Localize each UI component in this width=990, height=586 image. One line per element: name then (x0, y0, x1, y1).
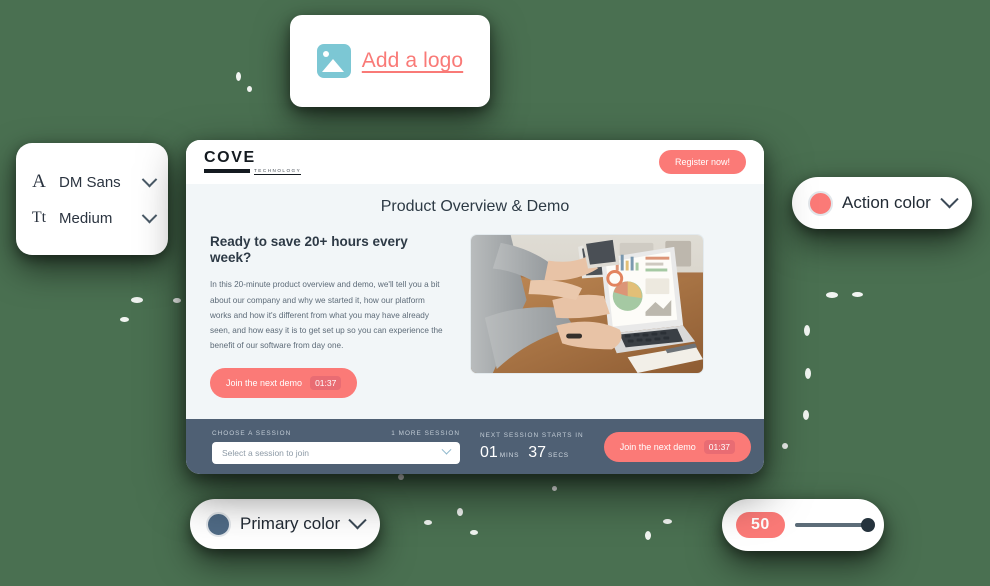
hero-body-text: In this 20-minute product overview and d… (210, 280, 443, 351)
font-weight-selector[interactable]: Tt Medium (29, 207, 158, 227)
speckle-dot (236, 72, 241, 81)
speckle-dot (663, 519, 672, 524)
session-select-group: CHOOSE A SESSION 1 MORE SESSION Select a… (212, 430, 460, 464)
speckle-dot (645, 531, 651, 540)
speckle-dot (803, 410, 809, 420)
page-title: Product Overview & Demo (380, 198, 570, 215)
add-logo-link[interactable]: Add a logo (362, 49, 463, 73)
font-settings-panel: A DM Sans Tt Medium (16, 143, 168, 255)
speckle-dot (470, 530, 478, 535)
hero-text-column: Ready to save 20+ hours every week? In t… (210, 234, 448, 399)
chevron-down-icon (940, 189, 959, 208)
brand-subtitle: TECHNOLOGY (254, 167, 302, 175)
session-bar-join-demo-button[interactable]: Join the next demo 01:37 (603, 431, 752, 462)
hero-section: Product Overview & Demo Ready to save 20… (186, 184, 764, 419)
next-session-label: NEXT SESSION STARTS IN (480, 431, 584, 439)
slider-track[interactable] (794, 518, 875, 532)
chevron-down-icon (141, 207, 158, 223)
font-family-value: DM Sans (59, 173, 121, 191)
primary-color-label: Primary color (240, 514, 341, 533)
chevron-down-icon (348, 510, 367, 529)
countdown-seconds-unit: SECS (548, 451, 569, 459)
hero-photo (470, 234, 704, 374)
font-family-selector[interactable]: A DM Sans (29, 171, 158, 193)
opacity-slider-panel: 50 (722, 499, 884, 551)
action-color-swatch (808, 190, 833, 216)
session-select-placeholder: Select a session to join (222, 447, 309, 458)
join-demo-timer: 01:37 (310, 376, 342, 391)
more-sessions-label: 1 MORE SESSION (391, 429, 460, 437)
speckle-dot (826, 292, 838, 298)
chevron-down-icon (141, 171, 158, 187)
canvas: Add a logo A DM Sans Tt Medium Action co… (0, 0, 990, 586)
action-color-label: Action color (842, 193, 931, 212)
primary-color-selector[interactable]: Primary color (190, 499, 380, 549)
speckle-dot (424, 520, 432, 525)
countdown-group: NEXT SESSION STARTS IN 01 MINS 37 SECS (480, 432, 584, 462)
speckle-dot (173, 298, 181, 303)
speckle-dot (782, 443, 788, 449)
hero-heading: Ready to save 20+ hours every week? (210, 234, 408, 266)
action-color-selector[interactable]: Action color (792, 177, 972, 229)
brand-name: COVE (204, 148, 256, 166)
register-now-button[interactable]: Register now! (658, 150, 746, 174)
add-logo-card[interactable]: Add a logo (290, 15, 490, 107)
brand-rule: TECHNOLOGY (204, 167, 302, 175)
session-bar: CHOOSE A SESSION 1 MORE SESSION Select a… (186, 419, 764, 474)
session-select-dropdown[interactable]: Select a session to join (212, 441, 460, 464)
speckle-dot (804, 325, 810, 336)
speckle-dot (120, 317, 129, 322)
font-weight-value: Medium (59, 209, 113, 227)
brand-logo: COVE TECHNOLOGY (204, 148, 302, 175)
countdown-minutes: 01 (480, 443, 498, 461)
join-next-demo-button[interactable]: Join the next demo 01:37 (210, 368, 358, 399)
countdown-seconds: 37 (528, 443, 547, 461)
join-demo-label: Join the next demo (226, 378, 303, 389)
countdown-minutes-unit: MINS (499, 451, 520, 459)
speckle-dot (552, 486, 557, 491)
speckle-dot (852, 292, 863, 297)
primary-color-swatch (206, 511, 231, 537)
speckle-dot (398, 474, 404, 480)
font-letter-icon: A (32, 171, 46, 192)
image-placeholder-icon (316, 44, 351, 78)
window-header: COVE TECHNOLOGY Register now! (186, 140, 764, 184)
session-join-demo-label: Join the next demo (619, 441, 696, 452)
speckle-dot (457, 508, 463, 516)
choose-session-label: CHOOSE A SESSION (212, 429, 292, 437)
speckle-dot (805, 368, 811, 379)
slider-value-badge: 50 (736, 512, 785, 538)
font-size-icon: Tt (31, 209, 47, 226)
slider-knob[interactable] (861, 518, 875, 532)
speckle-dot (131, 297, 143, 303)
chevron-down-icon (441, 444, 452, 455)
countdown-timer: 01 MINS 37 SECS (480, 444, 584, 462)
preview-window: COVE TECHNOLOGY Register now! Product Ov… (186, 140, 764, 474)
session-join-demo-timer: 01:37 (703, 439, 736, 454)
speckle-dot (247, 86, 252, 92)
